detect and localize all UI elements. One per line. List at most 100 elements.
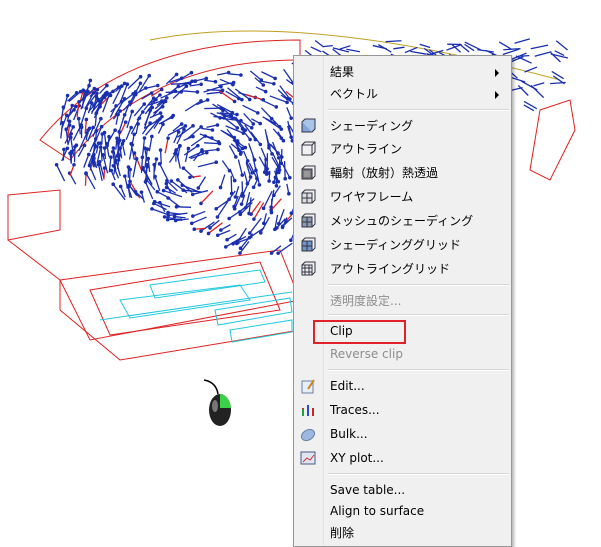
vector-arrow-head <box>170 179 174 183</box>
bulk-icon <box>300 426 316 442</box>
vector-arrow-head <box>89 79 93 83</box>
menu-item-label: 結果 <box>330 61 354 84</box>
vector-arrow-head <box>236 139 240 143</box>
vector-arrow-head <box>155 190 159 194</box>
vector-arrow-head <box>196 90 200 94</box>
vector-arrow <box>160 164 169 181</box>
vector-arrow-head <box>252 185 256 189</box>
vector-arrow-head <box>231 83 235 87</box>
vector-arrow-head <box>113 161 117 165</box>
vector-arrow-head <box>147 74 151 78</box>
vector-arrow-head <box>239 73 243 77</box>
context-menu: 結果ベクトルシェーディングアウトライン輻射（放射）熱透過ワイヤフレームメッシュの… <box>293 55 512 547</box>
vector-arrow-head <box>152 163 156 167</box>
vector-arrow-head <box>214 207 218 211</box>
vector-arrow <box>155 177 160 191</box>
menu-item-label: シェーディング <box>330 115 413 138</box>
vector-arrow-head <box>128 168 132 172</box>
vector-arrow-head <box>187 147 191 151</box>
vector-arrow-head <box>240 202 244 206</box>
vector-arrow <box>207 92 222 94</box>
vector-arrow-head <box>77 117 81 121</box>
vector-arrow <box>184 146 198 155</box>
menu-item-item-8[interactable]: アウトライングリッド <box>296 258 509 281</box>
vector-arrow-head <box>254 138 258 142</box>
menu-item-item-18[interactable]: 削除 <box>296 522 509 545</box>
vector-arrow-head <box>101 153 105 157</box>
vector-arrow-head <box>250 126 254 130</box>
vector-arrow <box>315 40 323 47</box>
vector-arrow-head <box>79 123 83 127</box>
vector-arrow <box>192 217 207 223</box>
menu-item-item-3[interactable]: アウトライン <box>296 138 509 161</box>
menu-item-item-0[interactable]: 結果 <box>296 61 509 84</box>
clip-highlight-box <box>313 320 406 344</box>
vector-arrow-head <box>71 125 75 129</box>
vector-arrow-head <box>259 143 263 147</box>
menu-item-item-2[interactable]: シェーディング <box>296 115 509 138</box>
vector-arrow-head <box>239 152 243 156</box>
vector-arrow <box>122 144 125 156</box>
vector-arrow-head <box>121 142 125 146</box>
menu-item-item-6[interactable]: メッシュのシェーディング <box>296 210 509 233</box>
vector-arrow-head <box>69 132 73 136</box>
menu-item-align-to-surface[interactable]: Align to surface <box>296 500 509 523</box>
menu-item-label: XY plot... <box>330 447 384 470</box>
outline-cube-icon <box>300 141 316 157</box>
vector-arrow <box>171 83 190 84</box>
vector-arrow-head <box>182 166 186 170</box>
menu-item-traces[interactable]: Traces... <box>296 399 509 422</box>
vector-arrow <box>533 83 544 86</box>
vector-arrow-head <box>227 217 231 221</box>
vector-arrow-head <box>218 116 222 120</box>
vector-arrow <box>420 44 430 47</box>
vector-arrow <box>556 41 567 50</box>
shading-grid-cube-icon <box>300 237 316 253</box>
vector-arrow-head <box>282 139 286 143</box>
vector-arrow-head <box>261 83 265 87</box>
vector-arrow-head <box>272 193 276 197</box>
vector-arrow-head <box>221 89 225 93</box>
vector-arrow <box>518 56 529 57</box>
vector-arrow <box>207 90 223 91</box>
vector-arrow-head <box>214 160 218 164</box>
vector-arrow-head <box>191 193 195 197</box>
vector-arrow-head <box>191 124 195 128</box>
menu-item-label: Reverse clip <box>330 343 403 366</box>
menu-item-bulk[interactable]: Bulk... <box>296 423 509 446</box>
vector-arrow-head <box>255 177 259 181</box>
vector-arrow-head <box>138 116 142 120</box>
menu-item-item-5[interactable]: ワイヤフレーム <box>296 186 509 209</box>
shaded-cube-icon <box>300 118 316 134</box>
menu-item-label: 削除 <box>330 522 354 545</box>
vector-arrow-head <box>278 168 282 172</box>
vector-arrow-head <box>252 217 256 221</box>
menu-item-label: シェーディンググリッド <box>330 234 461 257</box>
vector-arrow-head <box>97 163 101 167</box>
vector-arrow-head <box>196 144 200 148</box>
vector-arrow-head <box>66 146 70 150</box>
menu-item-save-table[interactable]: Save table... <box>296 479 509 502</box>
vector-arrow-head <box>68 120 72 124</box>
vector-arrow-head <box>132 132 136 136</box>
vector-arrow-head <box>185 84 189 88</box>
vector-arrow <box>515 39 530 43</box>
vector-arrow-head <box>211 128 215 132</box>
menu-item-label: Save table... <box>330 479 405 502</box>
menu-item-xy-plot[interactable]: XY plot... <box>296 447 509 470</box>
vector-arrow-head <box>275 226 279 230</box>
vector-arrow-head <box>98 103 102 107</box>
menu-item-item-1[interactable]: ベクトル <box>296 83 509 106</box>
menu-item-edit[interactable]: Edit... <box>296 375 509 398</box>
vector-arrow-head <box>176 178 180 182</box>
vector-arrow-head <box>130 110 134 114</box>
vector-arrow-head <box>100 125 104 129</box>
menu-item-item-7[interactable]: シェーディンググリッド <box>296 234 509 257</box>
vector-arrow-head <box>262 206 266 210</box>
menu-item-item-4[interactable]: 輻射（放射）熱透過 <box>296 162 509 185</box>
vector-arrow-head <box>150 135 154 139</box>
vector-arrow-head <box>127 183 131 187</box>
vector-arrow <box>242 105 257 113</box>
vector-arrow-head <box>108 92 112 96</box>
vector-arrow-head <box>84 172 88 176</box>
